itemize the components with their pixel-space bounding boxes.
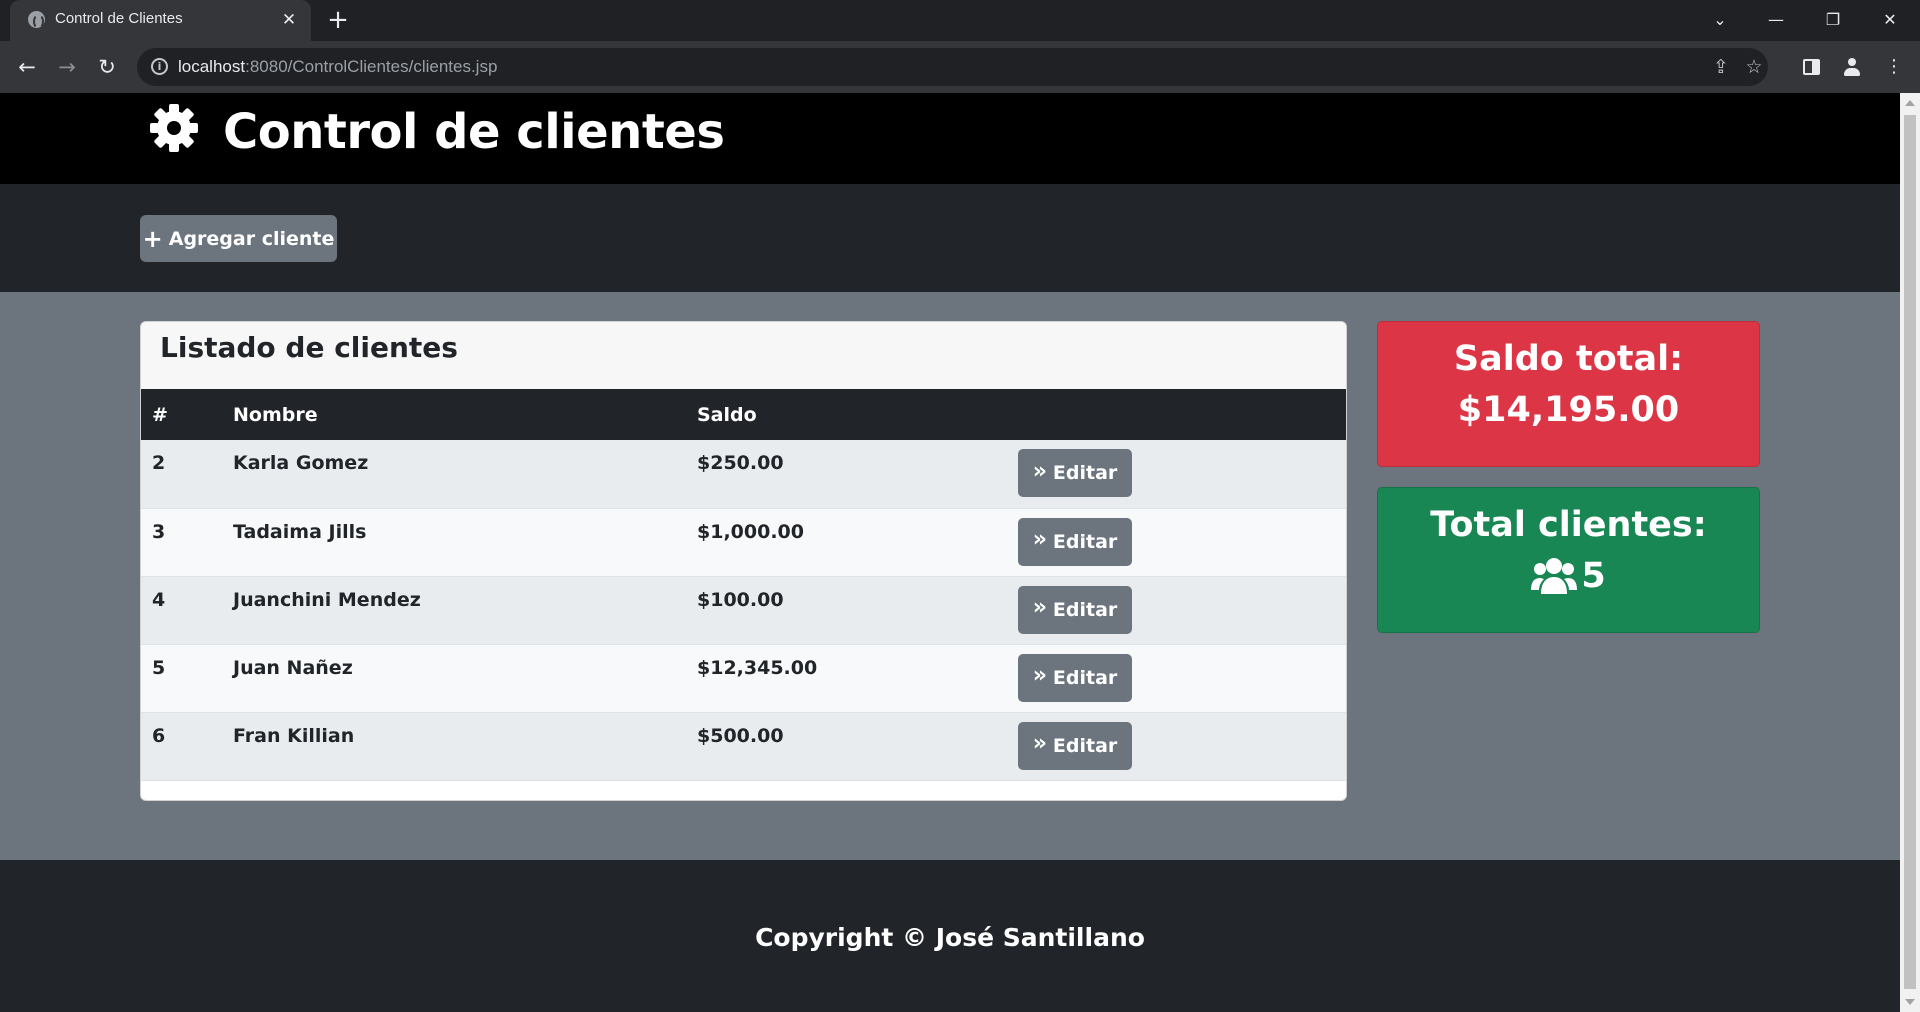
edit-button[interactable]: » Editar [1018,517,1132,566]
edit-label: Editar [1052,462,1118,484]
column-header-actions [1007,389,1346,440]
vertical-scrollbar[interactable] [1900,93,1920,1012]
tab-title: Control de Clientes [55,10,183,27]
client-id: 2 [141,440,222,508]
edit-label: Editar [1052,666,1118,689]
browser-tabstrip: Control de Clientes ✕ + ⌄ — ❐ ✕ [0,0,1920,41]
reload-button[interactable]: ↻ [92,52,122,82]
total-clients-row: 5 [1378,556,1759,596]
side-panel-icon[interactable] [1803,59,1820,75]
gear-icon [150,104,198,152]
total-clients-value: 5 [1581,556,1606,596]
profile-icon[interactable] [1842,57,1862,77]
table-row: 5 Juan Nañez $12,345.00 » Editar [141,643,1346,712]
globe-icon [28,11,45,29]
add-client-button[interactable]: + Agregar cliente [140,215,337,262]
column-header-balance: Saldo [686,389,1007,440]
table-row: 6 Fran Killian $500.00 » Editar [141,711,1346,781]
client-balance: $1,000.00 [686,507,1007,576]
clients-card: Listado de clientes # Nombre Saldo 2 Kar… [140,321,1347,801]
total-balance-value: $14,195.00 [1457,390,1680,430]
share-icon[interactable]: ⇪ [1709,55,1733,79]
client-name: Fran Killian [222,711,686,781]
card-title: Listado de clientes [160,331,458,364]
client-balance: $100.00 [686,575,1007,644]
table-row: 3 Tadaima Jills $1,000.00 » Editar [141,507,1346,576]
back-button[interactable]: ← [12,52,42,82]
users-icon [1531,558,1578,594]
edit-button[interactable]: » Editar [1018,585,1132,634]
client-name: Juanchini Mendez [222,575,686,644]
scroll-down-icon[interactable] [1905,999,1915,1005]
clients-table: # Nombre Saldo 2 Karla Gomez $250.00 » Ed… [141,389,1346,781]
info-icon[interactable]: i [151,58,168,75]
plus-icon: + [142,224,163,253]
table-row: 4 Juanchini Mendez $100.00 » Editar [141,575,1346,644]
edit-button[interactable]: » Editar [1018,653,1132,702]
tab-search-icon[interactable]: ⌄ [1700,4,1740,36]
minimize-button[interactable]: — [1756,4,1796,36]
actions-cell: » Editar [1007,440,1346,508]
client-id: 6 [141,711,222,781]
actions-cell: » Editar [1007,643,1346,712]
double-chevron-right-icon: » [1032,527,1047,552]
forward-button[interactable]: → [52,52,82,82]
browser-toolbar: ← → ↻ i localhost:8080/ControlClientes/c… [0,41,1920,93]
table-header-row: # Nombre Saldo [141,389,1346,440]
double-chevron-right-icon: » [1032,458,1047,484]
client-balance: $12,345.00 [686,643,1007,712]
actions-cell: » Editar [1007,575,1346,644]
double-chevron-right-icon: » [1032,595,1047,620]
url-text[interactable]: localhost:8080/ControlClientes/clientes.… [178,57,497,77]
column-header-name: Nombre [222,389,686,440]
kebab-menu-icon[interactable]: ⋮ [1880,53,1908,81]
client-balance: $500.00 [686,711,1007,781]
tab-close-icon[interactable]: ✕ [277,8,301,32]
add-client-label: Agregar cliente [168,227,335,250]
actions-cell: » Editar [1007,711,1346,781]
client-name: Juan Nañez [222,643,686,712]
edit-label: Editar [1052,598,1118,621]
page-viewport: Control de clientes + Agregar cliente Li… [0,93,1900,1012]
total-balance-card: Saldo total: $14,195.00 [1377,321,1760,467]
client-balance: $250.00 [686,440,1007,508]
browser-tab[interactable]: Control de Clientes ✕ [10,0,311,41]
copyright-text: Copyright © José Santillano [755,923,1145,952]
scrollbar-thumb[interactable] [1904,115,1916,989]
client-id: 3 [141,507,222,576]
table-row: 2 Karla Gomez $250.00 » Editar [141,440,1346,508]
new-tab-button[interactable]: + [323,6,353,36]
close-window-button[interactable]: ✕ [1870,4,1910,36]
double-chevron-right-icon: » [1032,663,1047,688]
client-id: 4 [141,575,222,644]
edit-label: Editar [1052,530,1118,553]
total-clients-card: Total clientes: 5 [1377,487,1760,633]
total-clients-label: Total clientes: [1430,505,1707,545]
card-header: Listado de clientes [141,322,1346,389]
actions-cell: » Editar [1007,507,1346,576]
edit-label: Editar [1052,734,1118,757]
edit-button[interactable]: » Editar [1018,449,1132,497]
scroll-up-icon[interactable] [1905,100,1915,106]
edit-button[interactable]: » Editar [1018,721,1132,770]
star-icon[interactable]: ☆ [1742,55,1766,79]
page-title: Control de clientes [223,104,725,160]
column-header-id: # [141,389,222,440]
client-name: Karla Gomez [222,440,686,508]
total-balance-label: Saldo total: [1453,339,1684,379]
client-name: Tadaima Jills [222,507,686,576]
client-id: 5 [141,643,222,712]
page-header: Control de clientes [0,93,1900,184]
double-chevron-right-icon: » [1032,731,1047,756]
address-bar[interactable]: i localhost:8080/ControlClientes/cliente… [137,48,1768,86]
restore-button[interactable]: ❐ [1813,4,1853,36]
